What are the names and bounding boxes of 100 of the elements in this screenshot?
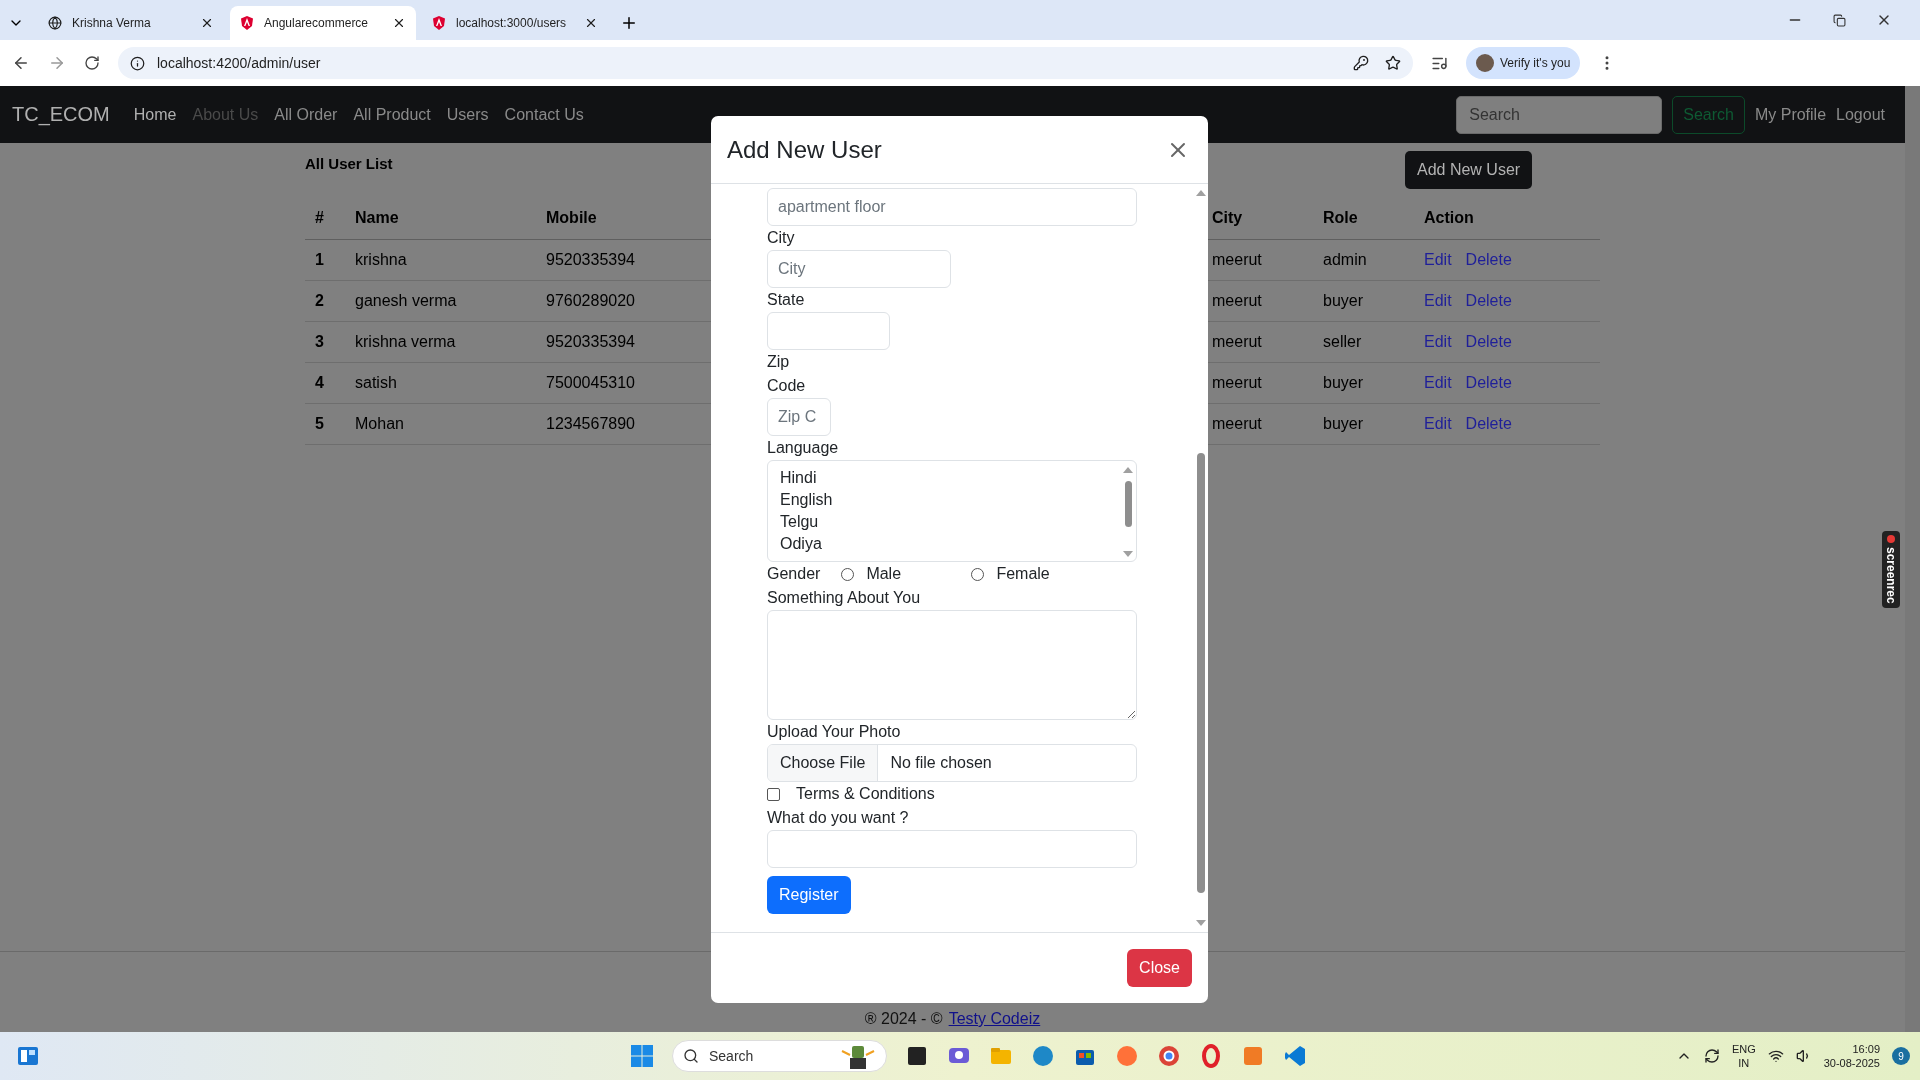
nav-link[interactable]: Home — [133, 105, 177, 124]
shield-icon — [240, 16, 254, 30]
search-field[interactable]: Search — [1456, 95, 1663, 134]
table-cell: 4 — [305, 362, 345, 403]
search-icon — [683, 1048, 699, 1064]
url-text: localhost:4200/admin/user — [157, 55, 321, 71]
table-cell: 2 — [305, 280, 345, 321]
delete-link[interactable]: Delete — [1465, 291, 1512, 309]
widgets-icon[interactable] — [16, 1044, 40, 1068]
field-label: What do you want ? — [767, 808, 909, 828]
table-cell: admin — [1313, 239, 1414, 280]
record-icon — [1887, 535, 1895, 543]
bookmark-star-icon[interactable] — [1385, 55, 1401, 71]
radio-label: Male — [866, 565, 903, 583]
field-label: Language — [767, 438, 839, 458]
radio-label: Female — [996, 565, 1051, 583]
sync-icon[interactable] — [1703, 1048, 1720, 1064]
brand-logo[interactable]: TC_ECOM — [12, 103, 110, 126]
table-cell: ganesh verma — [345, 280, 536, 321]
browser-tab[interactable]: Krishna Verma — [38, 6, 224, 40]
nav-link[interactable]: Users — [446, 105, 489, 124]
field-label: Something About You — [767, 588, 921, 608]
list-option[interactable]: Telgu — [780, 511, 1122, 533]
page-scrollbar[interactable] — [1905, 86, 1920, 1032]
ring-icon[interactable] — [1199, 1044, 1223, 1068]
add-user-button[interactable]: Add New User — [1405, 151, 1533, 189]
figure-drawing — [840, 1043, 876, 1069]
close-icon[interactable] — [584, 16, 598, 30]
delete-link[interactable]: Delete — [1465, 332, 1512, 350]
column-header: Role — [1313, 197, 1414, 239]
table-cell: 5 — [305, 403, 345, 444]
nav-link[interactable]: Logout — [1836, 105, 1885, 124]
edit-link[interactable]: Edit — [1424, 291, 1452, 309]
nav-link[interactable]: All Order — [274, 105, 338, 124]
edit-link[interactable]: Edit — [1424, 250, 1452, 268]
browser-tab[interactable]: localhost:3000/users — [422, 6, 608, 40]
taskbar-search[interactable]: Search — [672, 1040, 887, 1072]
table-cell: Mohan — [345, 403, 536, 444]
windows-logo-icon[interactable] — [630, 1044, 654, 1068]
code-icon[interactable] — [1283, 1044, 1307, 1068]
modal-title: Add New User — [727, 135, 882, 164]
table-cell: buyer — [1313, 280, 1414, 321]
key-icon[interactable] — [1353, 55, 1369, 71]
language-indicator[interactable]: ENG IN — [1731, 1042, 1756, 1070]
footer-link[interactable]: Testy Codeiz — [948, 1010, 1041, 1028]
reload-icon[interactable] — [84, 55, 100, 71]
close-icon[interactable] — [200, 16, 214, 30]
field-label: Zip Code — [767, 352, 807, 396]
tab-title: Krishna Verma — [72, 16, 152, 30]
column-header: # — [305, 197, 345, 239]
close-icon[interactable] — [392, 16, 406, 30]
list-option[interactable]: English — [780, 489, 1122, 511]
input-field[interactable] — [767, 830, 1137, 868]
column-header: Action — [1414, 197, 1600, 239]
delete-link[interactable]: Delete — [1465, 414, 1512, 432]
field-label: City — [767, 228, 795, 248]
wifi-icon[interactable] — [1767, 1048, 1784, 1064]
file-input[interactable]: Choose File No file chosen — [767, 744, 1137, 782]
field-label: State — [767, 290, 805, 310]
field-label: Gender — [767, 564, 821, 584]
input-field[interactable] — [767, 312, 890, 350]
nav-link[interactable]: Contact Us — [504, 105, 584, 124]
address-bar[interactable]: localhost:4200/admin/user — [118, 47, 1413, 79]
clock[interactable]: 16:09 30-08-2025 — [1823, 1042, 1880, 1070]
register-button[interactable]: Register — [767, 876, 851, 914]
profile-button[interactable]: Verify it's you — [1466, 47, 1581, 79]
table-cell: 3 — [305, 321, 345, 362]
page-title: All User List — [305, 154, 394, 172]
language-listbox[interactable]: Hindi English Telgu Odiya — [767, 460, 1137, 562]
close-button[interactable]: Close — [1127, 949, 1192, 987]
browser-tab[interactable]: Angularecommerce — [230, 6, 416, 40]
nav-link[interactable]: All Product — [353, 105, 431, 124]
info-icon[interactable] — [130, 55, 145, 71]
nav-link[interactable]: My Profile — [1754, 105, 1827, 124]
restore-icon[interactable] — [1833, 13, 1846, 27]
list-option[interactable]: Odiya — [780, 533, 1122, 555]
table-cell: krishna verma — [345, 321, 536, 362]
edit-link[interactable]: Edit — [1424, 414, 1452, 432]
listbox-scrollbar[interactable] — [1122, 467, 1134, 557]
modal-scrollbar[interactable] — [1194, 190, 1207, 926]
checkbox-label: Terms & Conditions — [796, 784, 935, 804]
globe-icon — [48, 16, 62, 30]
forward-icon[interactable] — [48, 54, 66, 72]
input-field[interactable]: City — [767, 250, 951, 288]
list-option[interactable]: Hindi — [780, 467, 1122, 489]
table-cell: buyer — [1313, 403, 1414, 444]
delete-link[interactable]: Delete — [1465, 373, 1512, 391]
checkbox[interactable] — [767, 787, 780, 801]
input-field[interactable]: Zip C — [767, 398, 831, 436]
window-icon[interactable] — [905, 1044, 929, 1068]
new-tab-icon[interactable] — [620, 14, 638, 32]
back-icon[interactable] — [12, 54, 30, 72]
copyright-text: ® 2024 - © — [864, 1010, 943, 1028]
delete-link[interactable]: Delete — [1465, 250, 1512, 268]
edit-link[interactable]: Edit — [1424, 332, 1452, 350]
edit-link[interactable]: Edit — [1424, 373, 1452, 391]
notification-badge[interactable]: 9 — [1892, 1047, 1910, 1065]
input-field[interactable]: apartment floor — [767, 188, 1137, 226]
recorder-widget[interactable]: screenrec — [1882, 531, 1900, 608]
field-label: Upload Your Photo — [767, 722, 901, 742]
